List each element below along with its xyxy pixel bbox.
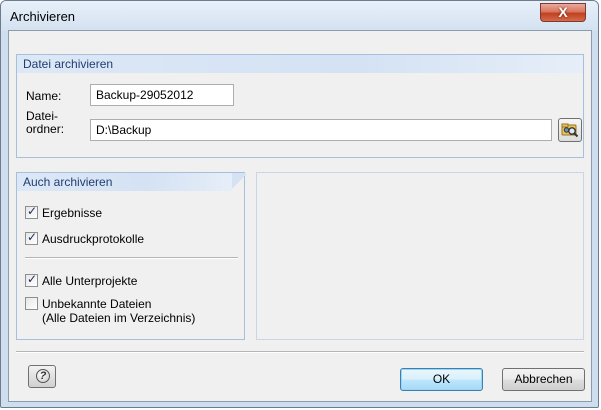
help-icon: ?	[36, 369, 50, 383]
archive-file-group: Datei archivieren Name: Backup-29052012 …	[16, 54, 584, 158]
dialog-client-area: Datei archivieren Name: Backup-29052012 …	[8, 30, 592, 402]
folder-input[interactable]: D:\Backup	[90, 119, 552, 141]
ok-button[interactable]: OK	[400, 368, 483, 391]
help-button[interactable]: ?	[28, 365, 56, 388]
checkbox-ergebnisse[interactable]: ✓	[25, 204, 38, 219]
group-header-tab	[232, 173, 246, 191]
footer-separator	[16, 351, 584, 353]
window-title: Archivieren	[10, 9, 76, 24]
checkbox-label: Ausdruckprotokolle	[42, 232, 145, 246]
checkbox-label-secondary: (Alle Dateien im Verzeichnis)	[42, 311, 196, 325]
close-button[interactable]: X	[540, 3, 586, 22]
group-separator	[25, 257, 238, 259]
checkmark-icon: ✓	[27, 204, 38, 218]
checkbox-alle-unterprojekte[interactable]: ✓	[25, 272, 38, 287]
archive-dialog-window: Archivieren X Datei archivieren Name: Ba…	[0, 0, 599, 408]
checkbox-label: Ergebnisse	[42, 206, 103, 220]
archive-file-group-title: Datei archivieren	[23, 57, 114, 71]
checkbox-row-ergebnisse[interactable]: ✓ Ergebnisse	[25, 204, 225, 221]
folder-label-line2: ordner:	[26, 122, 65, 136]
cancel-button[interactable]: Abbrechen	[502, 368, 585, 391]
checkmark-icon: ✓	[27, 230, 38, 244]
checkbox-row-ausdruckprotokolle[interactable]: ✓ Ausdruckprotokolle	[25, 230, 225, 247]
checkbox-ausdruckprotokolle[interactable]: ✓	[25, 230, 38, 245]
title-bar[interactable]: Archivieren X	[1, 1, 598, 31]
browse-folder-button[interactable]	[558, 118, 582, 142]
checkbox-label: Alle Unterprojekte	[42, 274, 138, 288]
also-archive-group-header: Auch archivieren	[17, 173, 232, 191]
name-input[interactable]: Backup-29052012	[90, 84, 234, 106]
close-icon: X	[558, 4, 568, 20]
checkbox-row-alle-unterprojekte[interactable]: ✓ Alle Unterprojekte	[25, 272, 225, 289]
checkbox-label: Unbekannte Dateien	[42, 297, 152, 311]
checkmark-icon: ✓	[27, 272, 38, 286]
name-label: Name:	[26, 89, 62, 103]
archive-file-group-header: Datei archivieren	[17, 55, 583, 73]
also-archive-group: Auch archivieren ✓ Ergebnisse ✓ Ausdruck…	[16, 172, 246, 340]
also-archive-group-title: Auch archivieren	[23, 175, 113, 189]
folder-search-icon	[561, 123, 579, 138]
options-panel-empty	[256, 172, 584, 340]
checkbox-row-unbekannte-dateien[interactable]: Unbekannte Dateien (Alle Dateien im Verz…	[25, 296, 240, 328]
checkbox-unbekannte-dateien[interactable]	[25, 297, 38, 310]
